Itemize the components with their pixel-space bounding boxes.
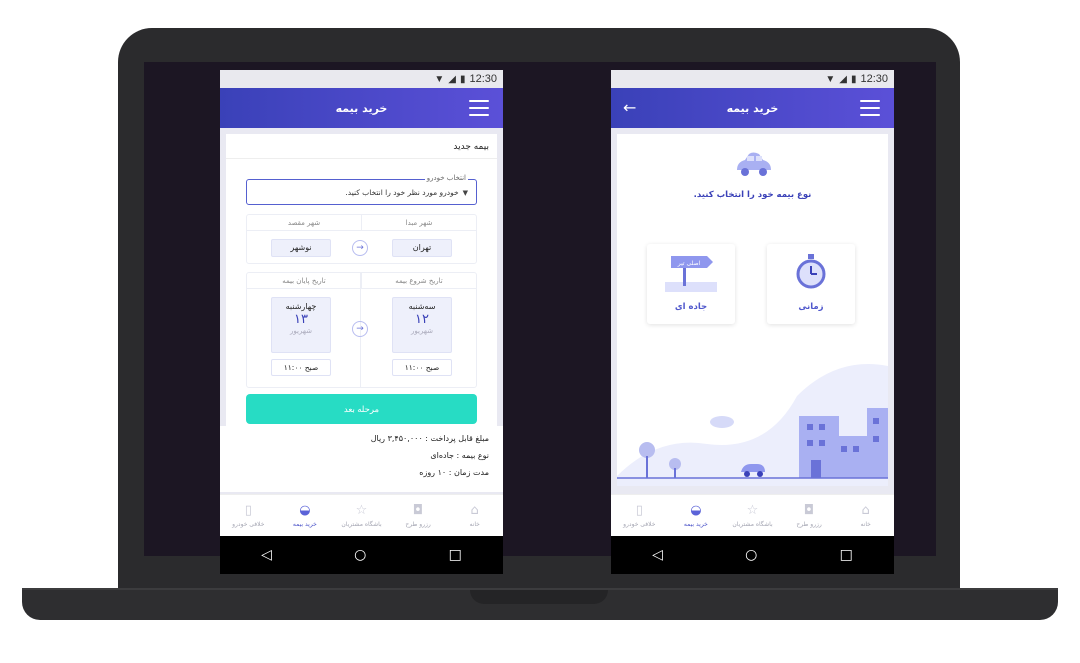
nav-item-reserve-plan[interactable]: ◘ رزرو طرح (390, 495, 447, 536)
origin-city-chip[interactable]: تهران (392, 239, 452, 257)
summary-duration: مدت زمان : ۱۰ روزه (419, 468, 489, 477)
end-date-number: ۱۳ (294, 312, 308, 327)
date-selector: تاریخ شروع بیمه تاریخ پایان بیمه سه‌شنبه… (246, 272, 477, 388)
arrow-right-icon: → (352, 321, 368, 337)
signal-icon: ◢ (839, 73, 847, 85)
signal-icon: ◢ (448, 73, 456, 85)
card-title: بیمه جدید (226, 134, 497, 159)
system-navigation: ◁ ○ □ (611, 536, 894, 574)
chevron-down-icon: ▼ (462, 188, 468, 197)
phone-insurance-type: ▼ ◢ ▮ 12:30 ← خرید بیمه نوع بیمه خود را … (611, 70, 894, 574)
start-date-number: ۱۲ (415, 312, 429, 327)
recents-square-icon[interactable]: □ (449, 547, 462, 563)
stamp-icon: ◘ (803, 502, 815, 518)
payment-summary: مبلغ قابل پرداخت : ۳,۴۵۰,۰۰۰ ریال نوع بی… (220, 426, 503, 492)
bottom-navigation: ▯ خلافی خودرو ◒ خرید بیمه ☆ باشگاه مشتریان … (220, 494, 503, 536)
summary-type: نوع بیمه : جاده‌ای (430, 451, 489, 460)
nav-item-traffic-fines[interactable]: ▯ خلافی خودرو (611, 495, 668, 536)
battery-icon: ▮ (850, 73, 857, 85)
time-insurance-label: زمانی (798, 302, 824, 312)
end-time-chip[interactable]: صبح ۱۱:۰۰ (271, 359, 331, 376)
car-illustration-icon (737, 152, 771, 176)
battery-icon: ▮ (459, 73, 466, 85)
page-title: خرید بیمه (335, 101, 388, 115)
nav-item-home[interactable]: ⌂ خانه (837, 495, 894, 536)
destination-label: شهر مقصد (287, 219, 321, 227)
system-navigation: ◁ ○ □ (220, 536, 503, 574)
status-bar: ▼ ◢ ▮ 12:30 (220, 70, 503, 88)
stopwatch-icon (796, 254, 826, 289)
menu-icon[interactable] (860, 100, 880, 116)
wifi-icon: ▼ (825, 73, 836, 85)
menu-icon[interactable] (469, 100, 489, 116)
status-bar: ▼ ◢ ▮ 12:30 (611, 70, 894, 88)
app-header: خرید بیمه (220, 88, 503, 128)
back-triangle-icon[interactable]: ◁ (652, 547, 663, 563)
laptop-notch (470, 590, 608, 604)
nav-item-customer-club[interactable]: ☆ باشگاه مشتریان (724, 495, 781, 536)
end-date-card[interactable]: چهارشنبه ۱۳ شهریور (271, 297, 331, 353)
home-circle-icon[interactable]: ○ (354, 547, 366, 563)
road-sign-text: اصلی تیر (677, 260, 701, 267)
device-mockup: ▼ ◢ ▮ 12:30 خرید بیمه بیمه جدید انتخاب خ… (0, 0, 1080, 663)
next-step-button[interactable]: مرحله بعد (246, 394, 477, 424)
city-scene-illustration (617, 364, 888, 486)
status-time: 12:30 (860, 73, 888, 85)
wifi-icon: ▼ (434, 73, 445, 85)
start-date-label: تاریخ شروع بیمه (361, 273, 476, 288)
recents-square-icon[interactable]: □ (840, 547, 853, 563)
home-icon: ⌂ (470, 502, 479, 518)
vehicle-select-placeholder: خودرو مورد نظر خود را انتخاب کنید. (345, 188, 459, 197)
road-insurance-label: جاده ای (674, 302, 708, 312)
time-insurance-option[interactable]: زمانی (767, 244, 855, 324)
back-arrow-icon[interactable]: ← (623, 98, 636, 117)
end-date-label: تاریخ پایان بیمه (282, 277, 326, 285)
bottom-navigation: ▯ خلافی خودرو ◒ خرید بیمه ☆ باشگاه مشتریان … (611, 494, 894, 536)
back-triangle-icon[interactable]: ◁ (261, 547, 272, 563)
summary-amount: مبلغ قابل پرداخت : ۳,۴۵۰,۰۰۰ ریال (370, 434, 489, 443)
type-content: نوع بیمه خود را انتخاب کنید. اصلی تیر جا… (611, 128, 894, 494)
app-header: ← خرید بیمه (611, 88, 894, 128)
origin-label: شهر مبدا (361, 215, 476, 230)
nav-item-reserve-plan[interactable]: ◘ رزرو طرح (781, 495, 838, 536)
end-date-month: شهریور (290, 327, 312, 335)
status-time: 12:30 (469, 73, 497, 85)
home-circle-icon[interactable]: ○ (745, 547, 757, 563)
car-icon: ◒ (299, 502, 311, 518)
stamp-icon: ◘ (412, 502, 424, 518)
traffic-light-icon: ▯ (244, 502, 252, 518)
road-sign-icon: اصلی تیر (665, 256, 717, 292)
city-selector: شهر مبدا شهر مقصد تهران نوشهر → (246, 214, 477, 264)
nav-item-buy-insurance[interactable]: ◒ خرید بیمه (277, 495, 334, 536)
start-time-chip[interactable]: صبح ۱۱:۰۰ (392, 359, 452, 376)
road-insurance-option[interactable]: اصلی تیر جاده ای (647, 244, 735, 324)
nav-item-home[interactable]: ⌂ خانه (446, 495, 503, 536)
start-date-month: شهریور (411, 327, 433, 335)
star-icon: ☆ (746, 502, 759, 518)
car-icon: ◒ (690, 502, 702, 518)
vehicle-select-legend: انتخاب خودرو (424, 174, 468, 182)
star-icon: ☆ (355, 502, 368, 518)
traffic-light-icon: ▯ (635, 502, 643, 518)
home-icon: ⌂ (861, 502, 870, 518)
insurance-type-card: نوع بیمه خود را انتخاب کنید. اصلی تیر جا… (617, 134, 888, 486)
arrow-right-icon: → (352, 240, 368, 256)
nav-item-buy-insurance[interactable]: ◒ خرید بیمه (668, 495, 725, 536)
phone-insurance-form: ▼ ◢ ▮ 12:30 خرید بیمه بیمه جدید انتخاب خ… (220, 70, 503, 574)
choose-type-prompt: نوع بیمه خود را انتخاب کنید. (693, 190, 812, 200)
vehicle-select[interactable]: انتخاب خودرو ▼ خودرو مورد نظر خود را انت… (246, 174, 477, 205)
start-date-card[interactable]: سه‌شنبه ۱۲ شهریور (392, 297, 452, 353)
start-date-day: سه‌شنبه (408, 302, 436, 311)
nav-item-customer-club[interactable]: ☆ باشگاه مشتریان (333, 495, 390, 536)
destination-city-chip[interactable]: نوشهر (271, 239, 331, 257)
page-title: خرید بیمه (726, 101, 779, 115)
nav-item-traffic-fines[interactable]: ▯ خلافی خودرو (220, 495, 277, 536)
end-date-day: چهارشنبه (285, 302, 317, 311)
